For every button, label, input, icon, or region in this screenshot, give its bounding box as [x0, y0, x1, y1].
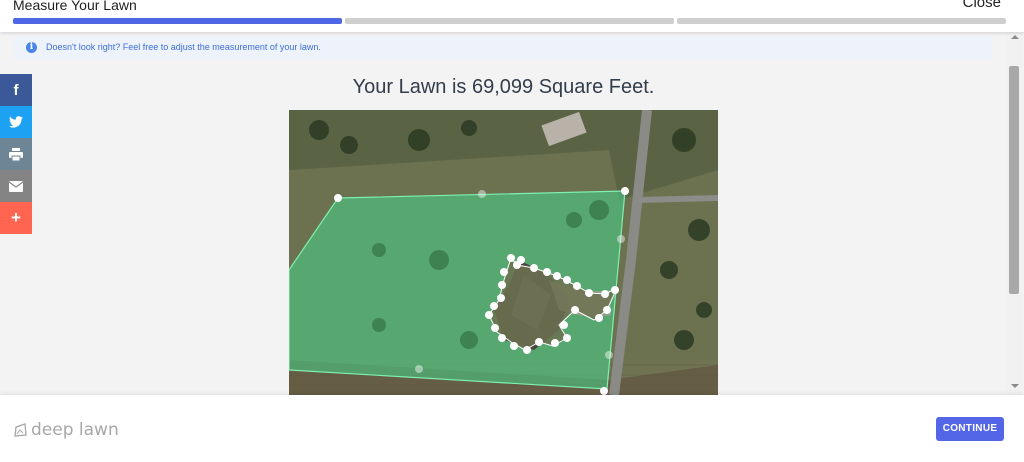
progress-step-1 [13, 18, 342, 24]
continue-button[interactable]: CONTINUE [936, 417, 1004, 441]
scrollbar[interactable] [1006, 32, 1023, 395]
scrollbar-thumb[interactable] [1009, 66, 1019, 294]
progress-step-3 [677, 18, 1006, 24]
facebook-share-button[interactable]: f [0, 74, 32, 106]
modal-footer: deep lawn CONTINUE [0, 395, 1024, 462]
logo-icon [14, 423, 27, 437]
plus-icon: + [11, 208, 21, 227]
more-share-button[interactable]: + [0, 202, 32, 234]
progress-steps [13, 18, 1006, 24]
facebook-icon: f [13, 81, 19, 99]
side-road [636, 195, 718, 203]
info-message: Doesn't look right? Feel free to adjust … [46, 42, 321, 52]
map-canvas[interactable] [289, 110, 718, 395]
info-icon: i [26, 42, 37, 53]
scroll-down-arrow[interactable] [1011, 384, 1019, 388]
print-icon [9, 147, 23, 161]
email-share-button[interactable] [0, 170, 32, 202]
modal-header: Measure Your Lawn Close [0, 0, 1024, 32]
email-icon [9, 180, 23, 192]
lawn-size-headline: Your Lawn is 69,099 Square Feet. [352, 76, 655, 98]
scroll-up-arrow[interactable] [1011, 35, 1019, 39]
twitter-icon [9, 116, 23, 128]
print-button[interactable] [0, 138, 32, 170]
social-share-bar: f + [0, 74, 32, 234]
progress-step-2 [345, 18, 674, 24]
deep-lawn-logo: deep lawn [14, 420, 119, 440]
info-banner: i Doesn't look right? Feel free to adjus… [13, 36, 993, 60]
satellite-map[interactable] [289, 110, 718, 395]
brand-name: deep lawn [31, 420, 119, 440]
modal-title: Measure Your Lawn [13, 0, 137, 13]
twitter-share-button[interactable] [0, 106, 32, 138]
close-button[interactable]: Close [963, 0, 1001, 11]
